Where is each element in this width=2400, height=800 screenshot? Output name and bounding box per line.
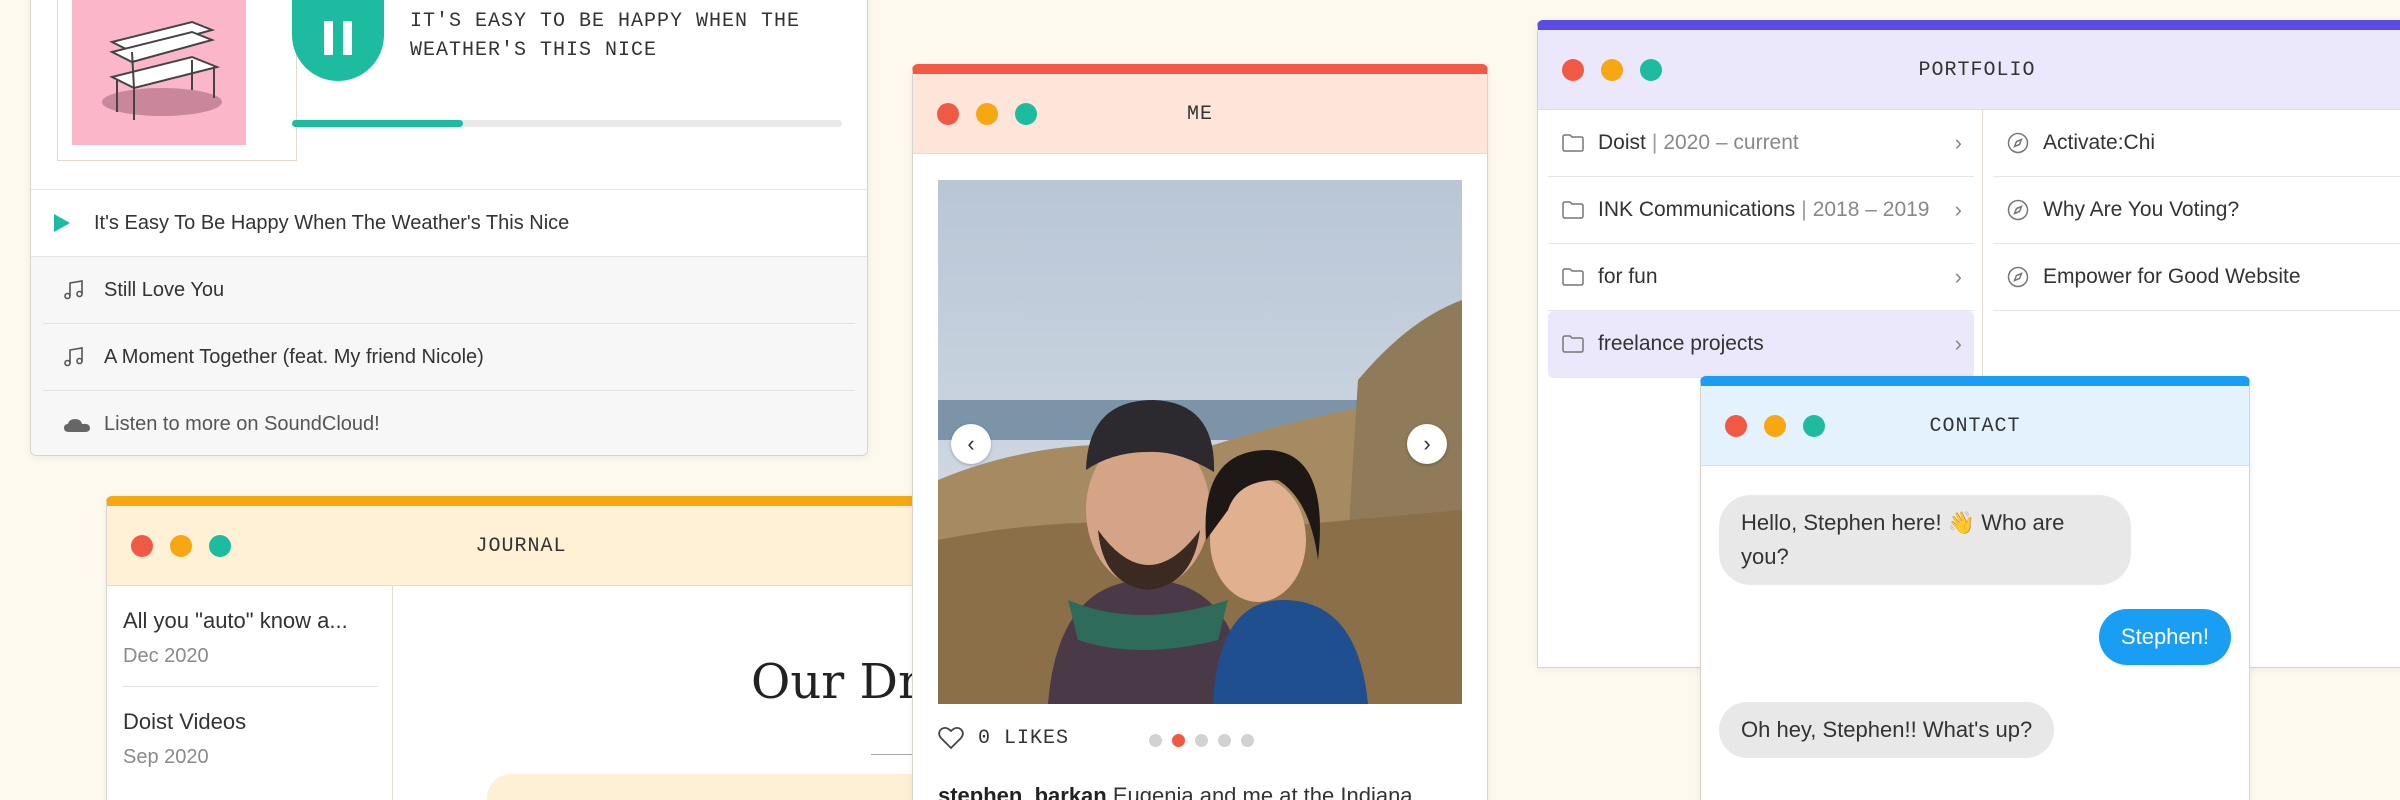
entry-date: Dec 2020 [123,645,209,667]
chevron-right-icon: › [1954,197,1962,222]
chevron-left-icon: ‹ [967,431,975,456]
progress-fill [292,120,463,127]
project-item[interactable]: Why Are You Voting? [1993,177,2400,244]
caption-username[interactable]: stephen_barkan [938,783,1107,800]
soundcloud-link[interactable]: Listen to more on SoundCloud! [43,391,855,455]
track-label: Still Love You [104,278,225,301]
article-title: Our Dnl [751,654,936,710]
compass-icon [2007,266,2029,288]
music-note-icon [63,346,91,368]
folder-item-doist[interactable]: Doist | 2020 – current › [1548,110,1974,177]
chevron-right-icon: › [1423,431,1431,456]
window-title: CONTACT [1929,414,2021,438]
journal-titlebar[interactable]: JOURNAL [107,506,935,586]
article-callout [487,774,935,800]
photo: ‹ › [938,180,1462,704]
heart-icon [938,726,964,750]
folder-item-freelance[interactable]: freelance projects › [1548,311,1974,378]
pager-dot[interactable] [1218,734,1231,747]
pause-button[interactable] [292,0,384,81]
chevron-right-icon: › [1954,130,1962,155]
me-titlebar[interactable]: ME [913,74,1487,154]
chevron-right-icon: › [1954,264,1962,289]
project-name: Empower for Good Website [2043,265,2301,288]
track-item[interactable]: Still Love You [43,257,855,324]
track-item[interactable]: A Moment Together (feat. My friend Nicol… [43,324,855,391]
likes-count: 0 LIKES [978,726,1070,750]
next-photo-button[interactable]: › [1407,424,1447,464]
folder-name: freelance projects [1598,332,1764,355]
window-title: PORTFOLIO [1918,58,2036,82]
journal-entry[interactable]: All you "auto" know a... Dec 2020 [123,586,378,687]
caption-text: Eugenia and me at the Indiana [1112,783,1413,800]
folder-years: 2020 – current [1663,131,1799,154]
track-label: A Moment Together (feat. My friend Nicol… [104,345,484,368]
folder-name: for fun [1598,265,1658,288]
photo-pager [1149,734,1264,747]
soundcloud-icon [63,417,91,433]
bench-illustration [102,20,222,120]
photo-caption: stephen_barkan Eugenia and me at the Ind… [938,783,1413,800]
album-art [57,0,297,161]
folder-name: INK Communications [1598,198,1796,221]
me-window: ME ‹ › 0 LIKES stephen_barkan Eugenia an… [912,64,1488,800]
music-player-window: IT'S EASY TO BE HAPPY WHEN THE WEATHER'S… [30,0,868,456]
compass-icon [2007,132,2029,154]
track-label: It's Easy To Be Happy When The Weather's… [94,211,570,234]
folder-item-ink[interactable]: INK Communications | 2018 – 2019 › [1548,177,1974,244]
likes-button[interactable]: 0 LIKES [938,726,1069,750]
pager-dot[interactable] [1172,734,1185,747]
track-item[interactable]: It's Easy To Be Happy When The Weather's… [31,190,867,257]
soundcloud-label: Listen to more on SoundCloud! [104,413,380,435]
folder-name: Doist [1598,131,1646,154]
folder-icon [1562,201,1584,219]
entry-title: All you "auto" know a... [123,608,348,633]
window-title: ME [1186,102,1213,126]
project-item[interactable]: Empower for Good Website [1993,244,2400,311]
pager-dot[interactable] [1149,734,1162,747]
progress-bar[interactable] [292,120,842,127]
now-playing-title: IT'S EASY TO BE HAPPY WHEN THE WEATHER'S… [410,10,801,62]
contact-titlebar[interactable]: CONTACT [1701,386,2249,466]
folder-item-for-fun[interactable]: for fun › [1548,244,1974,311]
project-name: Activate:Chi [2043,131,2156,154]
project-name: Why Are You Voting? [2043,198,2240,221]
window-title: JOURNAL [475,534,567,558]
contact-window: CONTACT Hello, Stephen here! 👋 Who are y… [1700,376,2250,800]
journal-entry-list: All you "auto" know a... Dec 2020 Doist … [107,586,393,800]
selfie-photo [938,180,1462,704]
folder-years: 2018 – 2019 [1812,198,1930,221]
folder-icon [1562,268,1584,286]
compass-icon [2007,199,2029,221]
play-icon [53,213,81,233]
chevron-right-icon: › [1954,331,1962,356]
journal-entry[interactable]: Doist Videos Sep 2020 [123,687,378,787]
pager-dot[interactable] [1241,734,1254,747]
folder-icon [1562,134,1584,152]
previous-photo-button[interactable]: ‹ [951,424,991,464]
entry-title: Doist Videos [123,709,247,734]
pause-icon [324,21,333,55]
folder-icon [1562,335,1584,353]
track-list: It's Easy To Be Happy When The Weather's… [31,189,867,455]
chat-message-outgoing: Stephen! [2098,609,2231,665]
music-note-icon [63,279,91,301]
chat-message-incoming: Hello, Stephen here! 👋 Who are you? [1719,495,2131,585]
pager-dot[interactable] [1195,734,1208,747]
project-item[interactable]: Activate:Chi [1993,110,2400,177]
entry-date: Sep 2020 [123,746,209,768]
portfolio-titlebar[interactable]: PORTFOLIO [1538,30,2400,110]
chat-message-incoming: Oh hey, Stephen!! What's up? [1719,702,2055,758]
journal-window: JOURNAL All you "auto" know a... Dec 202… [106,496,936,800]
